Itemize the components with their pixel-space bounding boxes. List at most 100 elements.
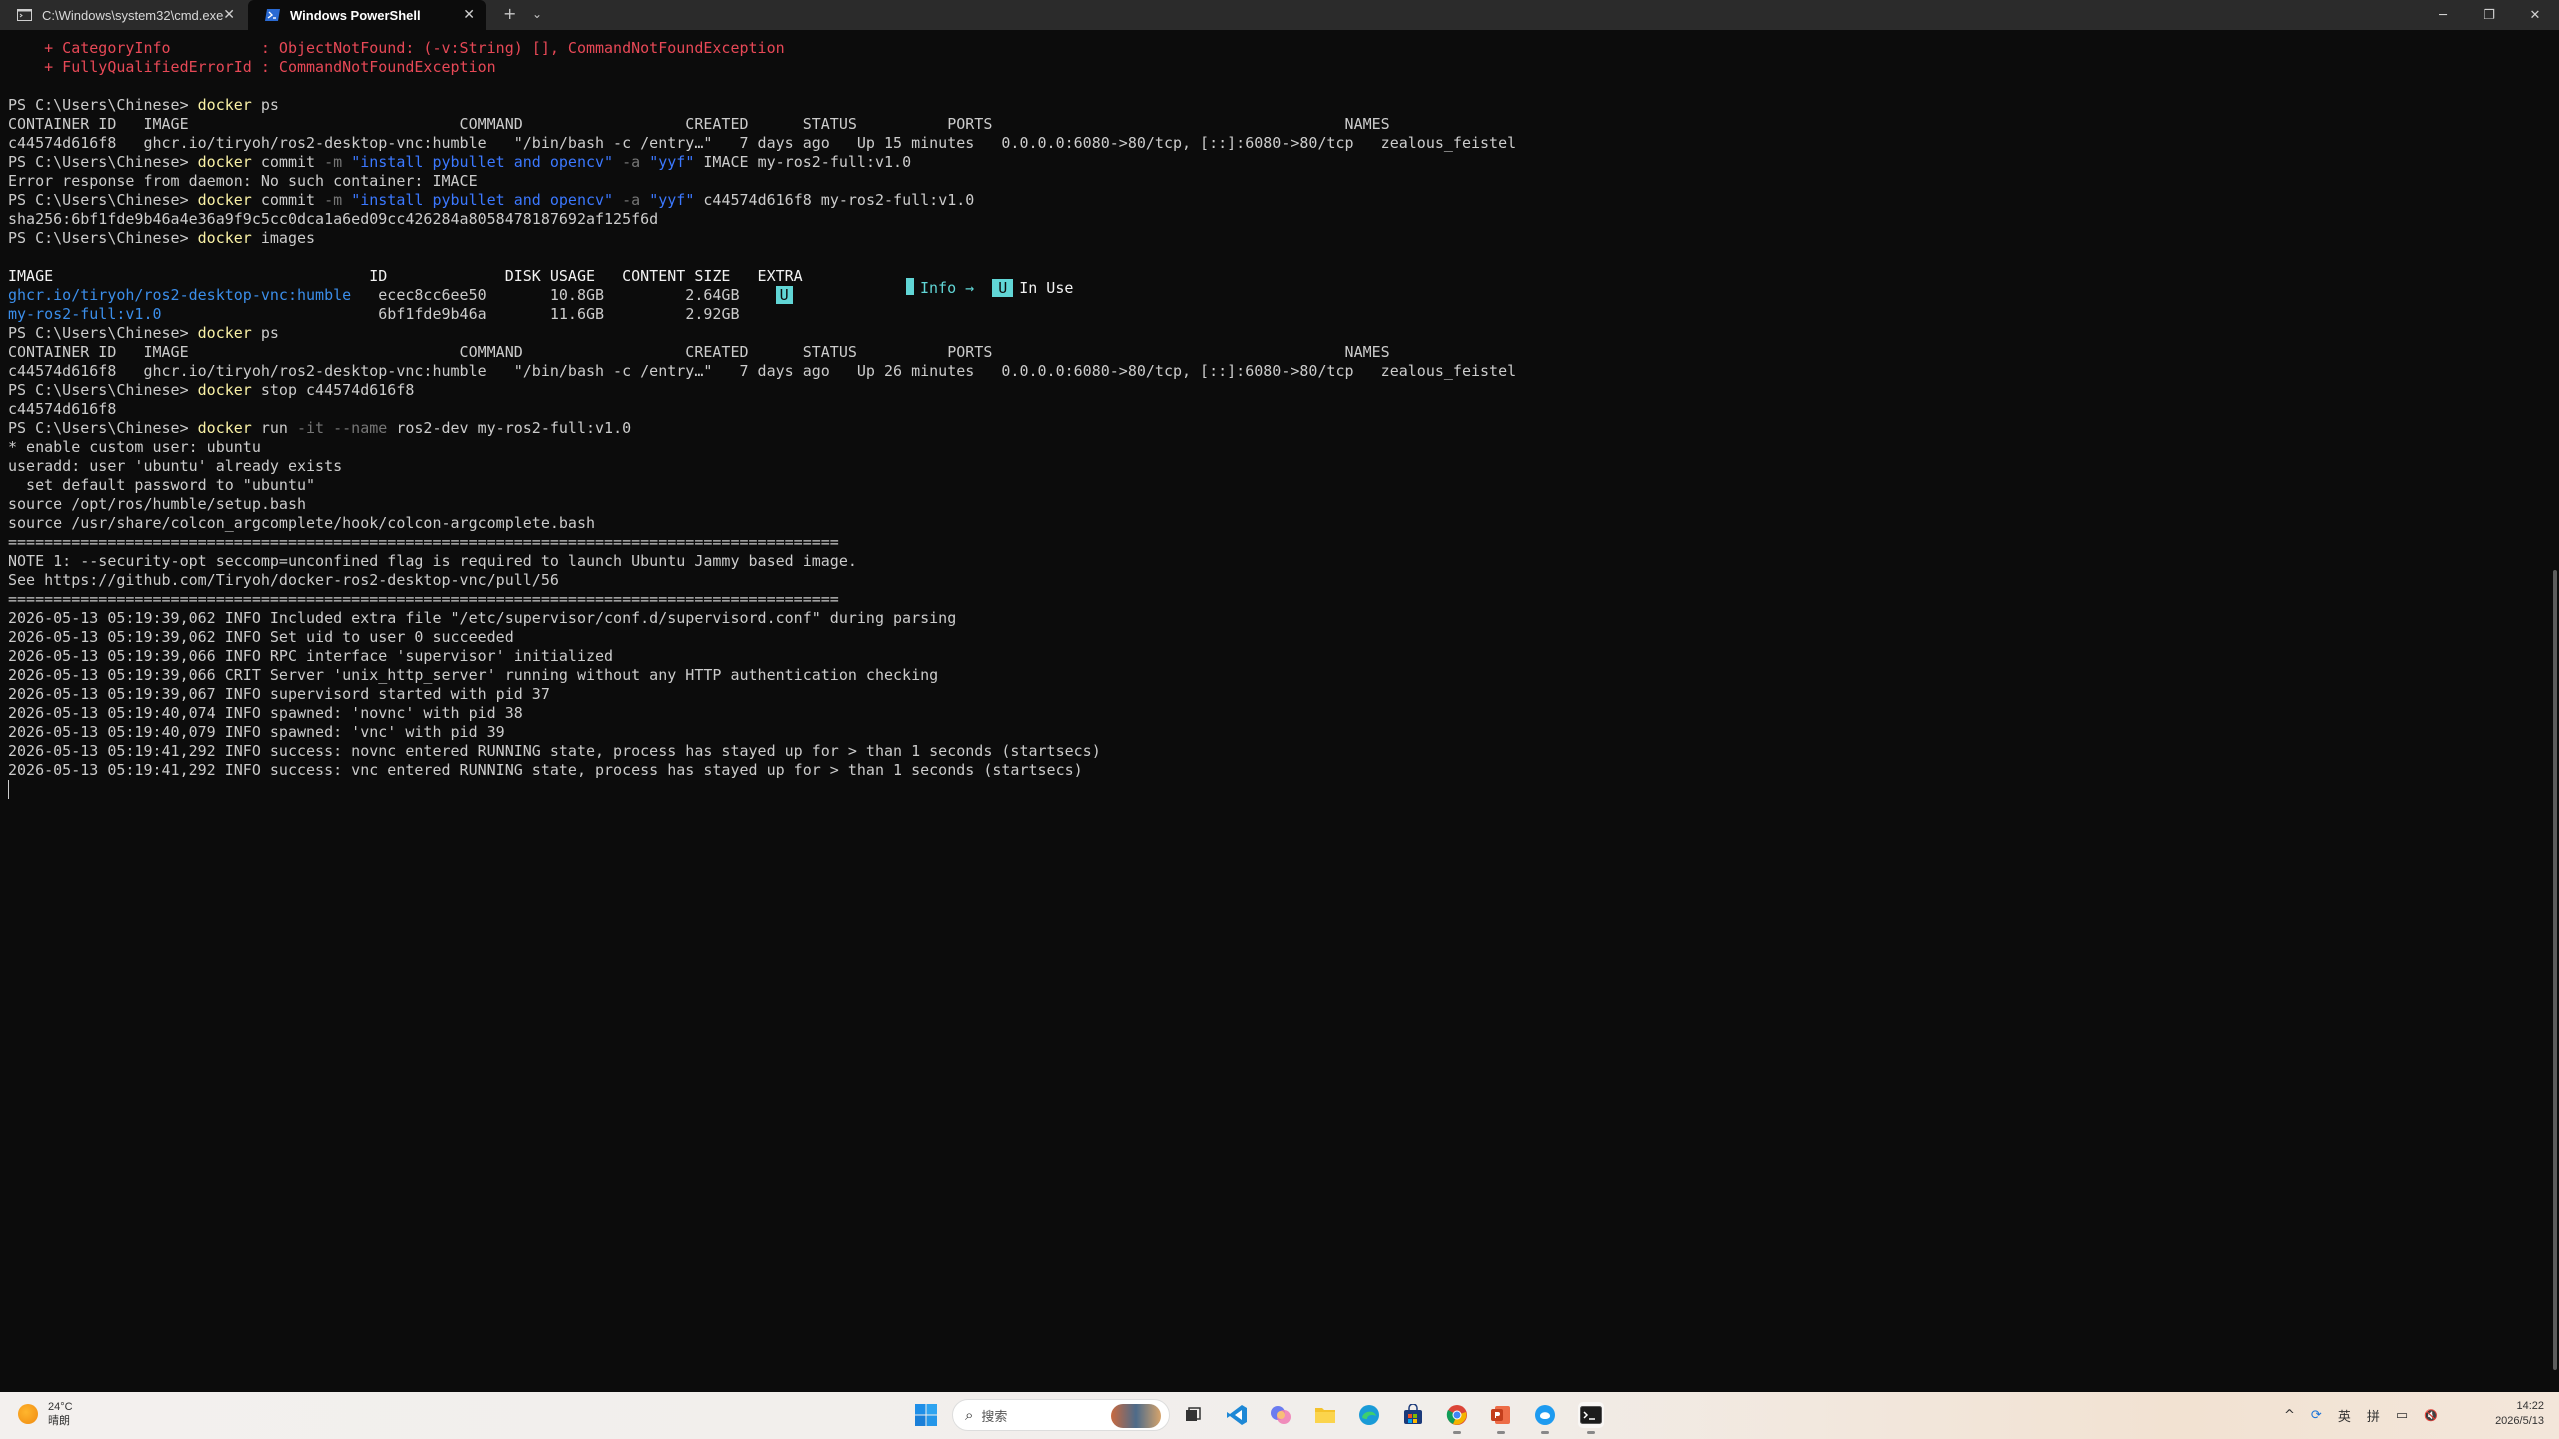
- powershell-icon: [265, 9, 280, 21]
- terminal-text: 2026-05-13 05:19:39,066 CRIT Server 'uni…: [8, 666, 939, 684]
- terminal-text: c44574d616f8 my-ros2-full:v1.0: [694, 191, 975, 209]
- terminal-text: docker: [197, 191, 252, 209]
- terminal-output: + CategoryInfo : ObjectNotFound: (-v:Str…: [8, 39, 2548, 799]
- terminal-text: ========================================…: [8, 590, 839, 608]
- chrome-icon[interactable]: [1444, 1402, 1470, 1434]
- terminal-line: c44574d616f8: [8, 400, 2548, 419]
- terminal-line: PS C:\Users\Chinese> docker commit -m "i…: [8, 153, 2548, 172]
- terminal-line: Error response from daemon: No such cont…: [8, 172, 2548, 191]
- terminal-text: 6bf1fde9b46a 11.6GB 2.92GB: [161, 305, 740, 323]
- sync-icon[interactable]: ⟳: [2311, 1408, 2322, 1423]
- terminal-pane[interactable]: + CategoryInfo : ObjectNotFound: (-v:Str…: [0, 30, 2559, 1392]
- terminal-text: "install pybullet and opencv": [351, 153, 614, 171]
- terminal-text: ghcr.io/tiryoh/ros2-desktop-vnc:humble: [8, 286, 352, 304]
- clock-date: 2026/5/13: [2495, 1415, 2544, 1427]
- network-icon[interactable]: ▭: [2396, 1408, 2408, 1423]
- terminal-text: CONTAINER ID IMAGE COMMAND CREATED STATU…: [8, 343, 1390, 361]
- tab-dropdown-icon[interactable]: ⌄: [532, 7, 542, 21]
- terminal-line: PS C:\Users\Chinese> docker run -it --na…: [8, 419, 2548, 438]
- terminal-line: CONTAINER ID IMAGE COMMAND CREATED STATU…: [8, 115, 2548, 134]
- tab-close-icon[interactable]: ✕: [463, 6, 475, 23]
- terminal-text: run: [251, 419, 297, 437]
- search-icon: ⌕: [965, 1406, 974, 1424]
- text-cursor: [8, 780, 9, 799]
- terminal-text: -a: [622, 153, 641, 171]
- edge-icon[interactable]: [1356, 1402, 1382, 1428]
- qq-icon[interactable]: [1532, 1402, 1558, 1434]
- volume-muted-icon[interactable]: 🔇: [2424, 1409, 2438, 1422]
- terminal-text: stop c44574d616f8: [251, 381, 415, 399]
- terminal-text: commit: [251, 191, 325, 209]
- terminal-line: 2026-05-13 05:19:40,079 INFO spawned: 'v…: [8, 723, 2548, 742]
- file-explorer-icon[interactable]: [1312, 1402, 1338, 1428]
- new-tab-button[interactable]: +: [503, 4, 516, 23]
- legend-in-use: In Use: [1019, 279, 1074, 297]
- maximize-button[interactable]: ❐: [2466, 0, 2512, 30]
- tab-cmd[interactable]: C:\Windows\system32\cmd.exe ✕: [0, 0, 246, 30]
- windows-logo-icon: [915, 1404, 937, 1426]
- terminal-text: -a: [622, 191, 641, 209]
- terminal-text: + CategoryInfo : ObjectNotFound: (-v:Str…: [8, 39, 785, 57]
- tab-close-icon[interactable]: ✕: [223, 6, 235, 23]
- taskbar-search[interactable]: ⌕ 搜索: [952, 1399, 1170, 1431]
- terminal-line: See https://github.com/Tiryoh/docker-ros…: [8, 571, 2548, 590]
- terminal-line: 2026-05-13 05:19:39,062 INFO Included ex…: [8, 609, 2548, 628]
- start-button[interactable]: [913, 1402, 939, 1428]
- tab-label: C:\Windows\system32\cmd.exe: [42, 7, 224, 23]
- terminal-text: -it: [297, 419, 325, 437]
- terminal-text: PS C:\Users\Chinese>: [8, 191, 198, 209]
- terminal-text: c44574d616f8 ghcr.io/tiryoh/ros2-desktop…: [8, 134, 1517, 152]
- terminal-line: source /opt/ros/humble/setup.bash: [8, 495, 2548, 514]
- terminal-line: 2026-05-13 05:19:40,074 INFO spawned: 'n…: [8, 704, 2548, 723]
- terminal-line: + FullyQualifiedErrorId : CommandNotFoun…: [8, 58, 2548, 77]
- powerpoint-icon[interactable]: [1488, 1402, 1514, 1434]
- terminal-text: --name: [333, 419, 388, 437]
- terminal-text: docker: [197, 153, 252, 171]
- show-hidden-icons-button[interactable]: ^: [2284, 1408, 2295, 1423]
- ime-mode[interactable]: 拼: [2367, 1406, 2380, 1425]
- search-highlight-image: [1111, 1404, 1161, 1428]
- terminal-text: NOTE 1: --security-opt seccomp=unconfine…: [8, 552, 857, 570]
- terminal-line: source /usr/share/colcon_argcomplete/hoo…: [8, 514, 2548, 533]
- clock[interactable]: 14:22 2026/5/13: [2488, 1399, 2544, 1429]
- terminal-text: 2026-05-13 05:19:39,062 INFO Set uid to …: [8, 628, 514, 646]
- clock-time: 14:22: [2516, 1400, 2544, 1412]
- ime-language[interactable]: 英: [2338, 1406, 2351, 1425]
- terminal-text: PS C:\Users\Chinese>: [8, 381, 198, 399]
- store-icon[interactable]: [1400, 1402, 1426, 1428]
- vscode-icon[interactable]: [1224, 1402, 1250, 1428]
- terminal-text: Error response from daemon: No such cont…: [8, 172, 478, 190]
- terminal-text: sha256:6bf1fde9b46a4e36a9f9c5cc0dca1a6ed…: [8, 210, 659, 228]
- terminal-text: See https://github.com/Tiryoh/docker-ros…: [8, 571, 559, 589]
- terminal-line: ghcr.io/tiryoh/ros2-desktop-vnc:humble e…: [8, 286, 2548, 305]
- task-view-icon[interactable]: [1180, 1402, 1206, 1428]
- copilot-icon[interactable]: [1268, 1402, 1294, 1428]
- terminal-text: set default password to "ubuntu": [8, 476, 316, 494]
- tab-powershell[interactable]: Windows PowerShell ✕: [248, 0, 486, 30]
- terminal-line: PS C:\Users\Chinese> docker commit -m "i…: [8, 191, 2548, 210]
- system-tray: ^ ⟳ 英 拼 ▭ 🔇: [2284, 1392, 2454, 1439]
- terminal-text: source /usr/share/colcon_argcomplete/hoo…: [8, 514, 595, 532]
- terminal-line: ========================================…: [8, 590, 2548, 609]
- scrollbar[interactable]: [2553, 570, 2557, 1370]
- weather-widget[interactable]: 24°C 晴朗: [18, 1400, 73, 1428]
- terminal-icon[interactable]: [1578, 1402, 1604, 1434]
- cmd-icon: [17, 9, 32, 21]
- close-button[interactable]: ✕: [2512, 0, 2558, 30]
- minimize-button[interactable]: ─: [2420, 0, 2466, 30]
- terminal-text: PS C:\Users\Chinese>: [8, 96, 198, 114]
- terminal-line: PS C:\Users\Chinese> docker ps: [8, 324, 2548, 343]
- weather-desc: 晴朗: [48, 1415, 70, 1427]
- terminal-text: -m: [324, 153, 343, 171]
- terminal-text: PS C:\Users\Chinese>: [8, 229, 198, 247]
- terminal-line: PS C:\Users\Chinese> docker images: [8, 229, 2548, 248]
- terminal-line: c44574d616f8 ghcr.io/tiryoh/ros2-desktop…: [8, 134, 2548, 153]
- terminal-text: PS C:\Users\Chinese>: [8, 324, 198, 342]
- terminal-line: PS C:\Users\Chinese> docker ps: [8, 96, 2548, 115]
- terminal-text: "yyf": [649, 153, 695, 171]
